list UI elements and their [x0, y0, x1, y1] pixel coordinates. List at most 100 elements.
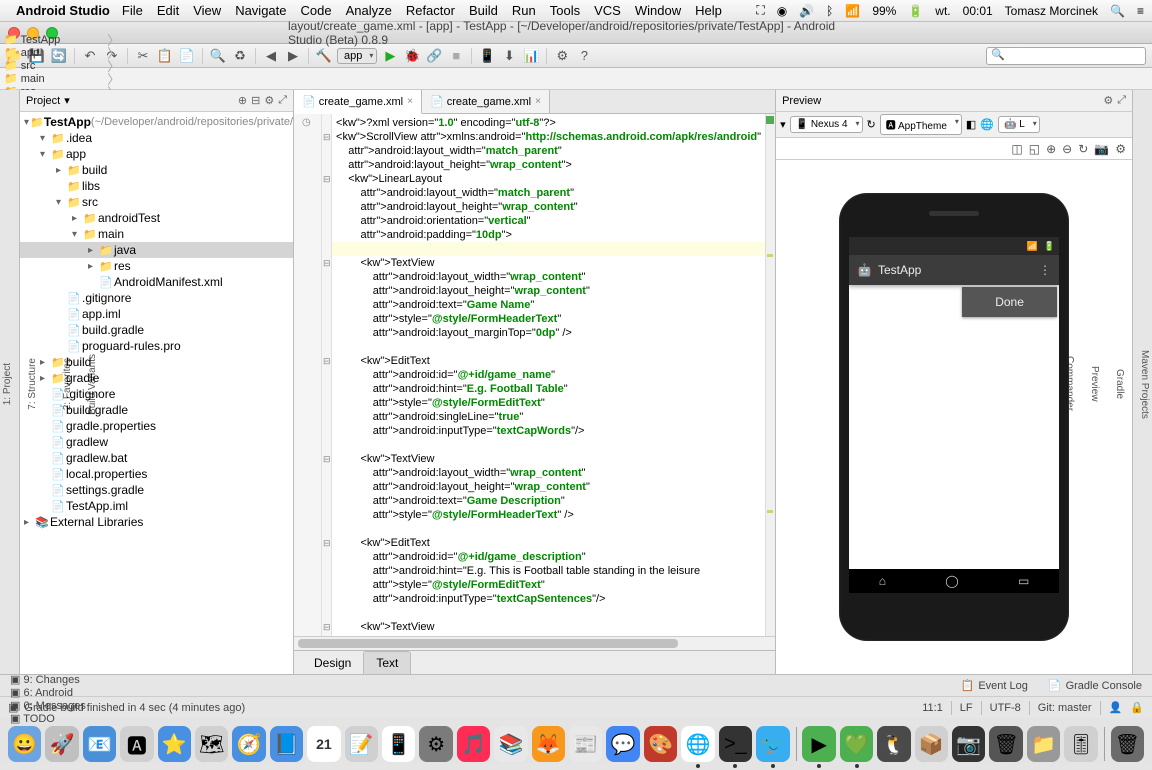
menu-refactor[interactable]: Refactor [406, 3, 455, 18]
screenshot-icon[interactable]: 📷 [1094, 142, 1109, 156]
tree-external-libs[interactable]: ▸📚 External Libraries [20, 514, 293, 530]
menu-help[interactable]: Help [695, 3, 722, 18]
dock-app[interactable]: 📰 [569, 726, 602, 762]
rail-maven[interactable]: Maven Projects [1137, 346, 1152, 423]
tree-node[interactable]: 📁 libs [20, 178, 293, 194]
tree-node[interactable]: 📄 .gitignore [20, 290, 293, 306]
dock-app[interactable]: 📁 [1027, 726, 1060, 762]
rail-project[interactable]: 1: Project [0, 359, 15, 409]
dock-app[interactable]: 🌐 [681, 726, 714, 762]
tree-root[interactable]: ▾📁 TestApp (~/Developer/android/reposito… [20, 114, 293, 130]
tree-node[interactable]: 📄 proguard-rules.pro [20, 338, 293, 354]
dock-app[interactable]: 📚 [494, 726, 527, 762]
zoom-actual-icon[interactable]: ◱ [1029, 142, 1040, 156]
dock-app[interactable]: ⚙ [419, 726, 452, 762]
dock-app[interactable]: 🦊 [532, 726, 565, 762]
tree-node[interactable]: ▸📁 gradle [20, 370, 293, 386]
zoom-out-icon[interactable]: ⊖ [1062, 142, 1072, 156]
hide-icon[interactable]: ⤢ [1117, 94, 1126, 107]
git-branch[interactable]: Git: master [1038, 702, 1092, 714]
breadcrumb-seg[interactable]: 📁 TestApp [0, 33, 121, 46]
collapse-all-icon[interactable]: ⊟ [251, 94, 260, 107]
find-icon[interactable]: 🔍 [209, 47, 227, 65]
tree-node[interactable]: ▾📁 .idea [20, 130, 293, 146]
dock-app[interactable]: 📱 [382, 726, 415, 762]
dock-app[interactable]: 🎵 [457, 726, 490, 762]
refresh-icon[interactable]: ↻ [1078, 142, 1088, 156]
menu-code[interactable]: Code [301, 3, 332, 18]
menu-build[interactable]: Build [469, 3, 498, 18]
menu-navigate[interactable]: Navigate [235, 3, 286, 18]
tree-node[interactable]: 📄 AndroidManifest.xml [20, 274, 293, 290]
dock-app[interactable]: 🐦 [756, 726, 789, 762]
dock-app[interactable]: ▶ [802, 726, 835, 762]
rail-gradle[interactable]: Gradle [1112, 365, 1127, 403]
zoom-in-icon[interactable]: ⊕ [1046, 142, 1056, 156]
avd-icon[interactable]: 📱 [478, 47, 496, 65]
dock-app[interactable]: 21 [307, 726, 340, 762]
dock-app[interactable]: 🅰 [120, 726, 153, 762]
tree-node[interactable]: 📄 build.gradle [20, 322, 293, 338]
dock-app[interactable]: 🚀 [45, 726, 78, 762]
breadcrumb-seg[interactable]: 📁 main [0, 72, 121, 85]
dock-app[interactable]: 🗑 [1111, 726, 1144, 762]
tree-node[interactable]: 📄 gradle.properties [20, 418, 293, 434]
close-tab-icon[interactable]: × [407, 96, 413, 107]
dock-app[interactable]: 🗺 [195, 726, 228, 762]
run-config-selector[interactable]: app [337, 48, 377, 64]
hide-icon[interactable]: ⤢ [278, 94, 287, 107]
preview-refresh-icon[interactable]: ▾ [780, 118, 786, 131]
design-tab[interactable]: Design [302, 652, 363, 674]
tree-node[interactable]: 📄 TestApp.iml [20, 498, 293, 514]
event-log-tab[interactable]: 📋 Event Log [951, 679, 1038, 692]
dock-app[interactable]: 🗑 [989, 726, 1022, 762]
dock-app[interactable]: 📝 [345, 726, 378, 762]
device-selector[interactable]: 📱 Nexus 4 [790, 116, 863, 133]
bottom-tab[interactable]: ▣ 6: Android [0, 686, 109, 699]
quicktime-icon[interactable]: ◉ [777, 4, 787, 18]
settings-icon[interactable]: ⚙ [1103, 94, 1113, 107]
dock-app[interactable]: 📷 [952, 726, 985, 762]
line-ending[interactable]: LF [960, 702, 973, 714]
dock-app[interactable]: 💬 [606, 726, 639, 762]
orientation-icon[interactable]: ↻ [867, 118, 876, 131]
theme-selector[interactable]: 🅰 AppTheme [880, 114, 962, 135]
gradle-console-tab[interactable]: 📄 Gradle Console [1038, 679, 1152, 692]
menu-vcs[interactable]: VCS [594, 3, 621, 18]
tree-node[interactable]: ▾📁 src [20, 194, 293, 210]
code-body[interactable]: <kw">?xml version="1.0" encoding="utf-8"… [332, 114, 765, 636]
stop-button[interactable]: ■ [447, 47, 465, 65]
spotlight-icon[interactable]: 🔍 [1110, 4, 1125, 18]
close-tab-icon[interactable]: × [535, 96, 541, 107]
run-button[interactable]: ▶ [381, 47, 399, 65]
dock-app[interactable]: 📘 [270, 726, 303, 762]
search-everywhere[interactable] [986, 47, 1146, 65]
attach-debugger-icon[interactable]: 🔗 [425, 47, 443, 65]
volume-icon[interactable]: 🔊 [799, 4, 814, 18]
tree-node[interactable]: 📄 gradlew [20, 434, 293, 450]
dock-app[interactable]: 📧 [83, 726, 116, 762]
make-icon[interactable]: 🔨 [315, 47, 333, 65]
menu-tools[interactable]: Tools [550, 3, 580, 18]
menu-run[interactable]: Run [512, 3, 536, 18]
tree-node[interactable]: 📄 app.iml [20, 306, 293, 322]
replace-icon[interactable]: ♻ [231, 47, 249, 65]
app-name[interactable]: Android Studio [16, 3, 110, 18]
breadcrumb-seg[interactable]: 📁 src [0, 59, 121, 72]
tree-node[interactable]: ▸📁 build [20, 354, 293, 370]
copy-icon[interactable]: 📋 [156, 47, 174, 65]
bluetooth-icon[interactable]: ᛒ [826, 4, 833, 18]
fullscreen-icon[interactable]: ⛶ [756, 3, 764, 18]
tool-window-icon[interactable]: ▣ [8, 701, 18, 714]
text-tab[interactable]: Text [363, 651, 411, 674]
wifi-icon[interactable]: 📶 [845, 4, 860, 18]
tree-node[interactable]: ▾📁 main [20, 226, 293, 242]
locale-icon[interactable]: 🌐 [980, 118, 994, 131]
hector-icon[interactable]: 👤 [1109, 701, 1123, 714]
tree-node[interactable]: 📄 gradlew.bat [20, 450, 293, 466]
help-icon[interactable]: ? [575, 47, 593, 65]
tree-node[interactable]: 📄 settings.gradle [20, 482, 293, 498]
menu-view[interactable]: View [193, 3, 221, 18]
dock-app[interactable]: 🧭 [232, 726, 265, 762]
project-structure-icon[interactable]: ⚙ [553, 47, 571, 65]
